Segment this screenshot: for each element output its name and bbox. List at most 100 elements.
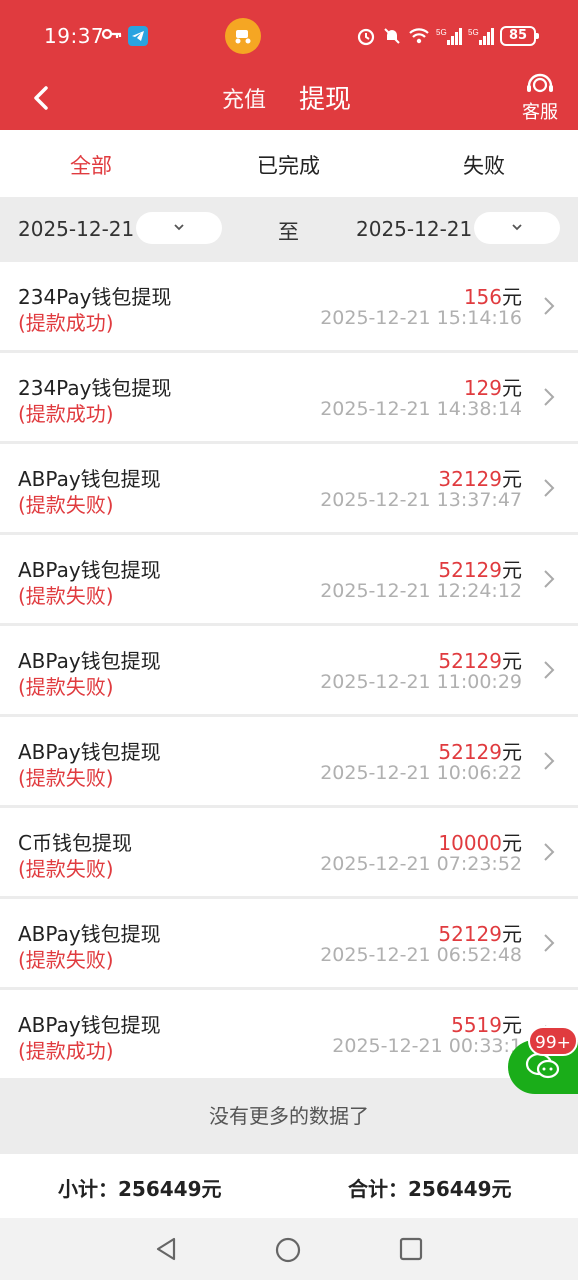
list-item[interactable]: C币钱包提现 (提款失败) 10000元 2025-12-21 07:23:52	[0, 808, 578, 896]
date-from: 2025-12-21	[18, 217, 135, 241]
record-time: 2025-12-21 10:06:22	[320, 762, 522, 784]
mute-bell-icon	[384, 28, 400, 44]
record-amount-value: 129	[463, 376, 502, 400]
filter-tab-completed[interactable]: 已完成	[257, 150, 320, 180]
record-title: ABPay钱包提现	[18, 558, 161, 582]
record-title: ABPay钱包提现	[18, 467, 161, 491]
record-amount: 129元	[464, 372, 522, 401]
chevron-right-icon	[544, 934, 555, 952]
record-status: (提款失败)	[18, 857, 114, 881]
no-more-data-label: 没有更多的数据了	[0, 1078, 578, 1154]
headset-icon	[527, 73, 553, 93]
chevron-right-icon	[544, 570, 555, 588]
record-amount: 52129元	[438, 918, 522, 947]
record-status: (提款失败)	[18, 766, 114, 790]
date-separator: 至	[278, 220, 299, 244]
record-time: 2025-12-21 15:14:16	[320, 307, 522, 329]
record-amount-unit: 元	[502, 376, 522, 400]
record-time: 2025-12-21 13:37:47	[320, 489, 522, 511]
record-amount-value: 156	[463, 285, 502, 309]
list-item[interactable]: 234Pay钱包提现 (提款成功) 156元 2025-12-21 15:14:16	[0, 262, 578, 350]
record-time: 2025-12-21 00:33:1	[332, 1035, 522, 1057]
status-icons: 5G 5G 85	[356, 24, 539, 48]
nav-home-circle-icon[interactable]	[274, 1236, 302, 1264]
record-amount: 52129元	[438, 554, 522, 583]
record-title: 234Pay钱包提现	[18, 376, 172, 400]
app-header: 19:37 5G 5G 85 充值 提现 客服	[0, 0, 578, 130]
back-button[interactable]	[24, 78, 60, 118]
chat-unread-badge: 99+	[528, 1026, 578, 1056]
key-icon	[101, 24, 123, 49]
record-time: 2025-12-21 14:38:14	[320, 398, 522, 420]
chevron-left-icon	[34, 86, 48, 110]
floating-chat-button[interactable]: 99+	[508, 1024, 578, 1094]
list-item[interactable]: ABPay钱包提现 (提款失败) 52129元 2025-12-21 06:52:48	[0, 899, 578, 987]
signal-5g-icon-2: 5G	[468, 28, 494, 45]
wifi-icon	[409, 28, 429, 44]
record-amount: 10000元	[438, 827, 522, 856]
record-title: ABPay钱包提现	[18, 740, 161, 764]
record-status: (提款成功)	[18, 402, 114, 426]
record-amount-unit: 元	[502, 740, 522, 764]
svg-text:5G: 5G	[436, 28, 447, 37]
status-time: 19:37	[44, 24, 105, 48]
tab-charge[interactable]: 充值	[222, 82, 266, 114]
record-amount-value: 5519	[451, 1013, 502, 1037]
chevron-down-icon	[174, 224, 184, 231]
record-time: 2025-12-21 06:52:48	[320, 944, 522, 966]
record-status: (提款成功)	[18, 311, 114, 335]
telegram-icon	[128, 26, 148, 46]
date-to-dropdown[interactable]	[474, 212, 560, 244]
filter-tab-all[interactable]: 全部	[70, 150, 112, 180]
nav-back-triangle-icon[interactable]	[153, 1236, 179, 1262]
record-amount-unit: 元	[502, 467, 522, 491]
record-amount: 156元	[464, 281, 522, 310]
chevron-right-icon	[544, 479, 555, 497]
record-status: (提款失败)	[18, 493, 114, 517]
date-range-bar: 2025-12-21 至 2025-12-21	[0, 197, 578, 260]
system-nav-bar	[0, 1218, 578, 1280]
record-title: 234Pay钱包提现	[18, 285, 172, 309]
customer-service-button[interactable]: 客服	[518, 70, 562, 124]
chevron-right-icon	[544, 843, 555, 861]
record-amount-value: 52129	[438, 649, 502, 673]
record-amount-unit: 元	[502, 922, 522, 946]
record-title: C币钱包提现	[18, 831, 132, 855]
record-time: 2025-12-21 12:24:12	[320, 580, 522, 602]
record-title: ABPay钱包提现	[18, 649, 161, 673]
filter-tab-failed[interactable]: 失败	[463, 150, 505, 180]
list-item[interactable]: ABPay钱包提现 (提款失败) 52129元 2025-12-21 10:06:22	[0, 717, 578, 805]
signal-5g-icon-1: 5G	[436, 28, 462, 45]
record-amount-value: 10000	[438, 831, 502, 855]
subtotal: 小计：256449元	[58, 1177, 222, 1201]
record-status: (提款失败)	[18, 584, 114, 608]
record-amount: 52129元	[438, 645, 522, 674]
list-item[interactable]: ABPay钱包提现 (提款失败) 52129元 2025-12-21 12:24:12	[0, 535, 578, 623]
top-nav: 充值 提现 客服	[0, 70, 578, 130]
withdraw-record-list: 234Pay钱包提现 (提款成功) 156元 2025-12-21 15:14:16 2…	[0, 262, 578, 1081]
record-title: ABPay钱包提现	[18, 922, 161, 946]
record-time: 2025-12-21 07:23:52	[320, 853, 522, 875]
record-status: (提款失败)	[18, 675, 114, 699]
date-from-dropdown[interactable]	[136, 212, 222, 244]
record-time: 2025-12-21 11:00:29	[320, 671, 522, 693]
totals-bar: 小计：256449元 合计：256449元	[0, 1154, 578, 1218]
chevron-right-icon	[544, 752, 555, 770]
battery-icon: 85	[500, 26, 539, 46]
list-item[interactable]: 234Pay钱包提现 (提款成功) 129元 2025-12-21 14:38:14	[0, 353, 578, 441]
svg-text:5G: 5G	[468, 28, 479, 37]
grand-total: 合计：256449元	[348, 1177, 512, 1201]
list-item[interactable]: ABPay钱包提现 (提款失败) 32129元 2025-12-21 13:37:47	[0, 444, 578, 532]
status-bar: 19:37 5G 5G 85	[0, 0, 578, 70]
record-status: (提款成功)	[18, 1039, 114, 1063]
tab-withdraw[interactable]: 提现	[299, 79, 351, 116]
list-item[interactable]: ABPay钱包提现 (提款成功) 5519元 2025-12-21 00:33:1	[0, 990, 578, 1078]
record-amount-value: 52129	[438, 740, 502, 764]
customer-service-label: 客服	[522, 102, 558, 123]
chevron-right-icon	[544, 388, 555, 406]
list-item[interactable]: ABPay钱包提现 (提款失败) 52129元 2025-12-21 11:00:29	[0, 626, 578, 714]
nav-recents-square-icon[interactable]	[398, 1236, 424, 1262]
alarm-icon	[357, 28, 375, 46]
record-amount-unit: 元	[502, 831, 522, 855]
record-amount-value: 52129	[438, 922, 502, 946]
